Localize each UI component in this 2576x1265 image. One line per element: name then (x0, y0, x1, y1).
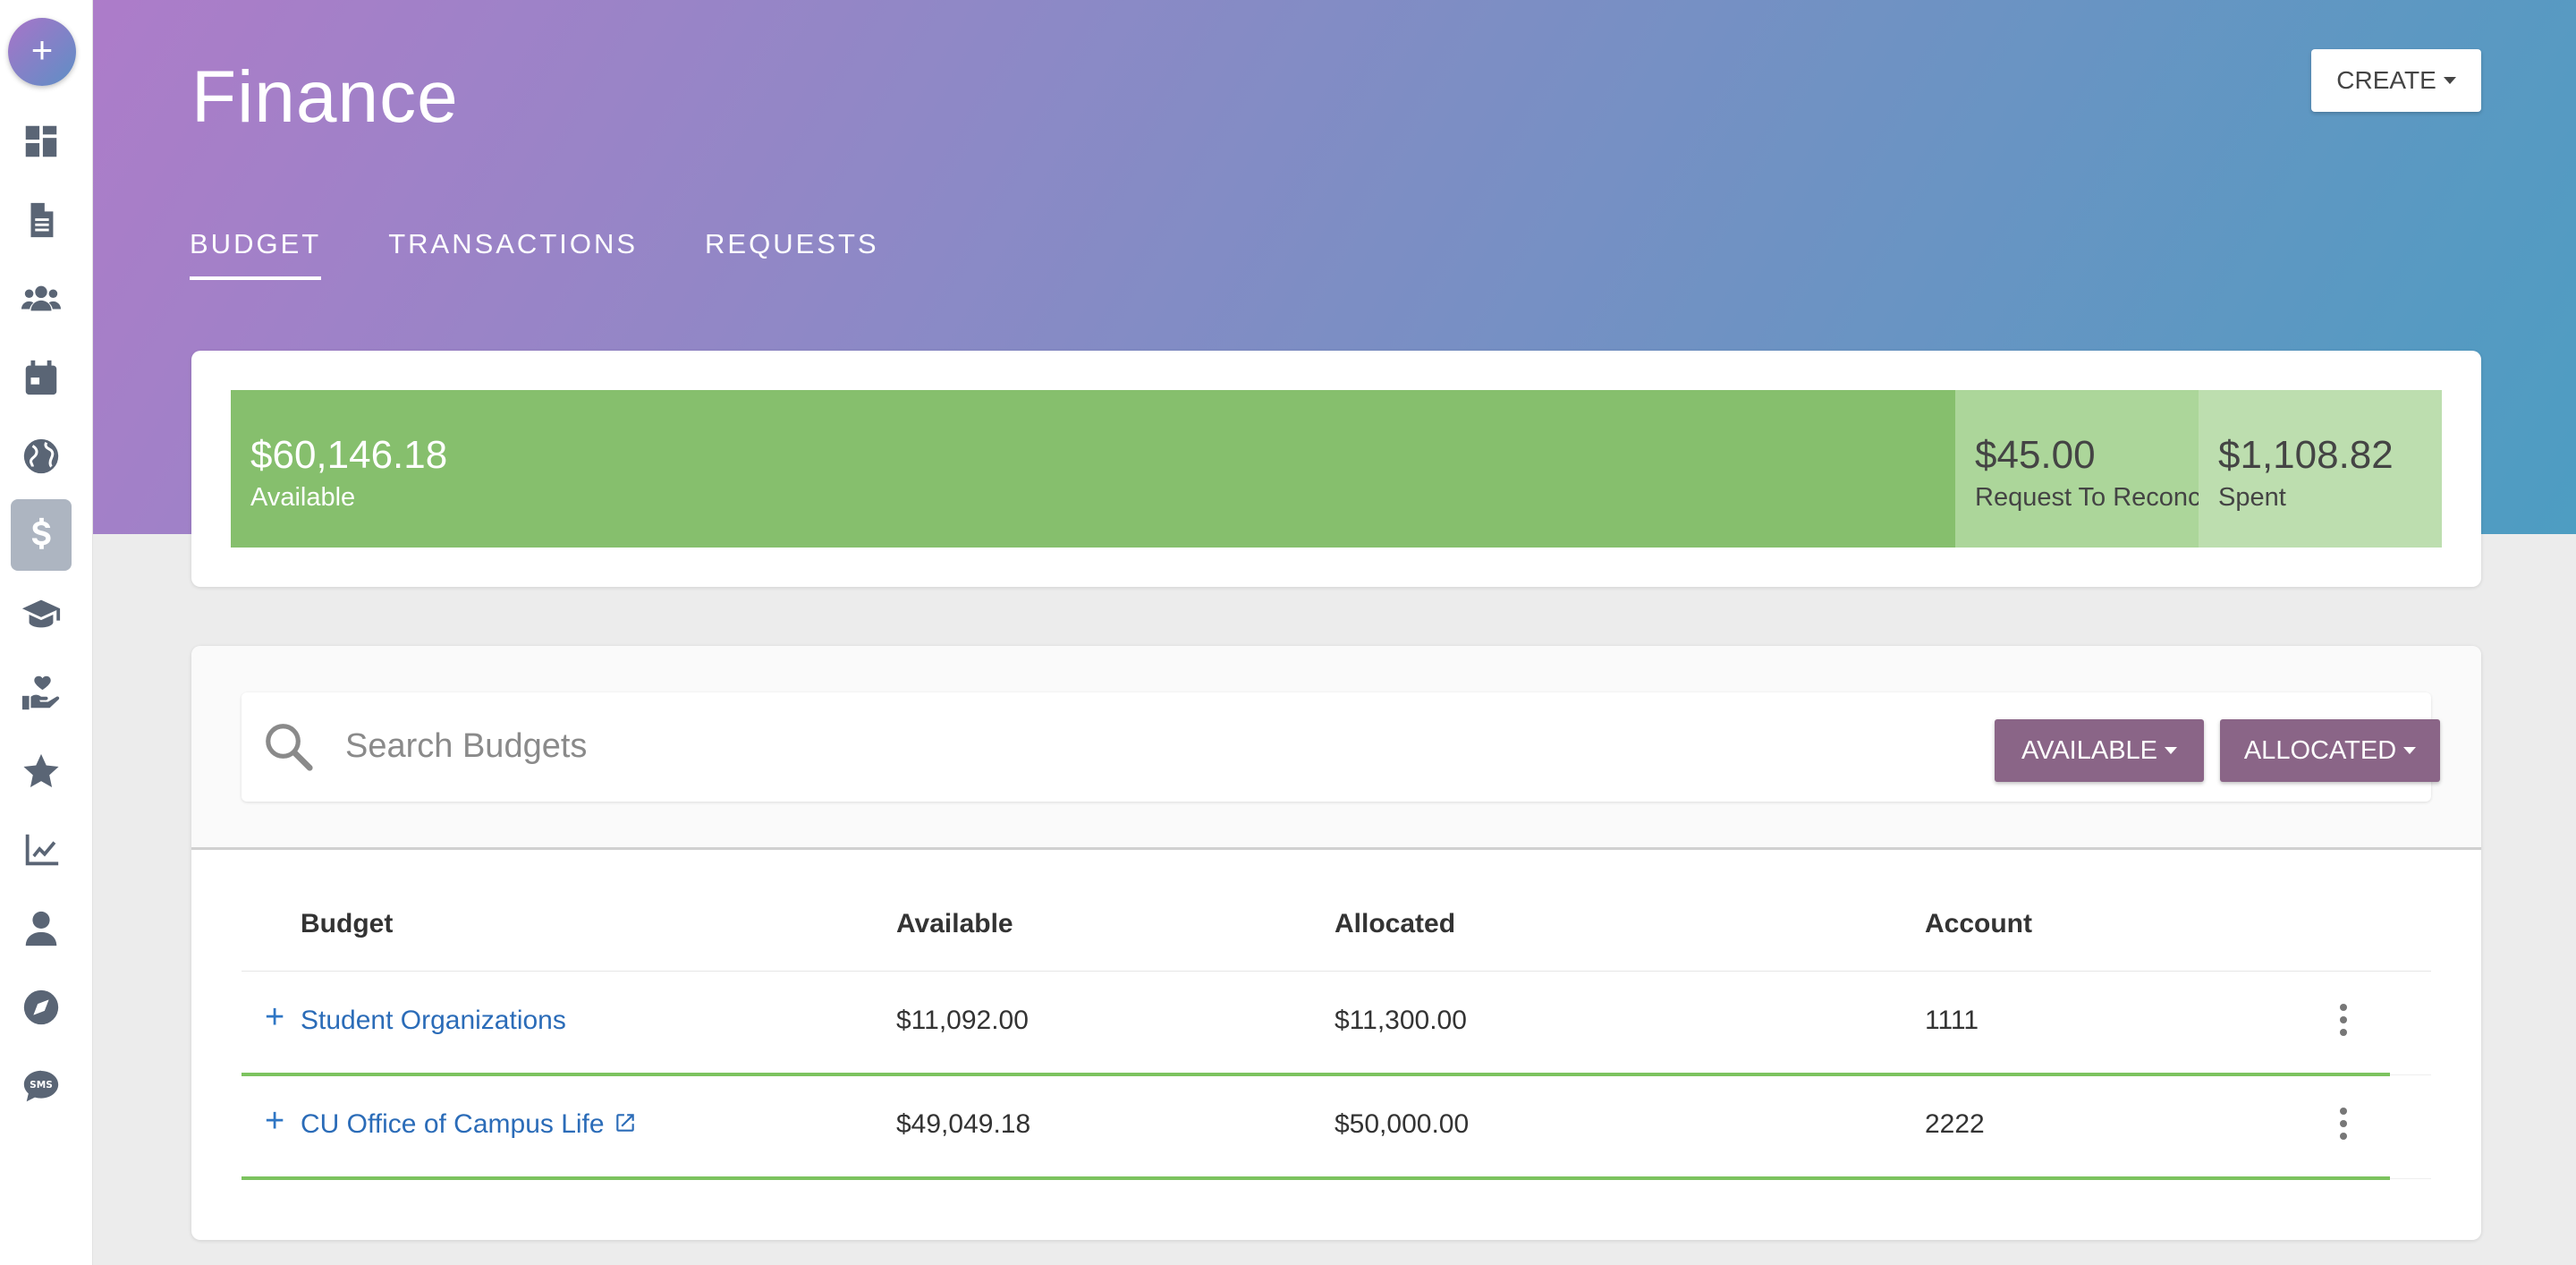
calendar-icon (25, 360, 57, 395)
budget-progress-line (242, 1176, 2390, 1180)
more-options-icon[interactable] (2338, 1108, 2349, 1143)
user-icon (25, 911, 57, 947)
tab-budget[interactable]: BUDGET (190, 228, 322, 280)
sidebar-item-dashboard[interactable] (11, 106, 72, 177)
sidebar-item-groups[interactable] (11, 263, 72, 335)
add-button[interactable]: + (8, 18, 76, 86)
available-value: $11,092.00 (896, 1006, 1029, 1035)
dashboard-icon (25, 125, 57, 157)
caret-down-icon (2443, 77, 2456, 84)
summary-segment-spent[interactable]: $1,108.82 Spent (2199, 390, 2442, 548)
budget-name-link[interactable]: CU Office of Campus Life (301, 1109, 637, 1140)
account-value: 2222 (1925, 1109, 1985, 1139)
available-value: $49,049.18 (896, 1109, 1031, 1139)
column-header-account[interactable]: Account (1925, 909, 2032, 939)
caret-down-icon (2403, 747, 2417, 754)
dollar-icon (31, 517, 51, 549)
sms-icon: SMS (23, 1070, 59, 1102)
sidebar-item-favorites[interactable] (11, 735, 72, 807)
tab-transactions[interactable]: TRANSACTIONS (388, 228, 638, 280)
account-value: 1111 (1925, 1006, 1979, 1035)
document-icon (30, 202, 54, 238)
sidebar-item-finance[interactable] (11, 499, 72, 571)
sidebar-item-explore[interactable] (11, 420, 72, 492)
globe-icon (23, 438, 59, 474)
budget-summary-card: $60,146.18 Available $45.00 Request To R… (191, 351, 2481, 587)
spent-amount: $1,108.82 (2218, 433, 2394, 477)
request-amount: $45.00 (1975, 433, 2096, 477)
sidebar-item-documents[interactable] (11, 184, 72, 256)
graduation-cap-icon (21, 599, 61, 628)
sidebar-item-profile[interactable] (11, 893, 72, 964)
search-toolbar: AVAILABLE ALLOCATED (191, 646, 2481, 850)
star-icon (23, 753, 59, 788)
table-row: + CU Office of Campus Life $49,049.18 $5… (242, 1075, 2431, 1180)
allocated-value: $11,300.00 (1335, 1006, 1467, 1035)
budget-name-link[interactable]: Student Organizations (301, 1006, 566, 1036)
available-filter-label: AVAILABLE (2021, 735, 2158, 765)
compass-icon (23, 989, 59, 1025)
svg-text:SMS: SMS (30, 1080, 53, 1091)
summary-segment-available[interactable]: $60,146.18 Available (231, 390, 1955, 548)
column-header-allocated[interactable]: Allocated (1335, 909, 1455, 939)
allocated-filter-button[interactable]: ALLOCATED (2220, 719, 2440, 782)
expand-row-button[interactable]: + (265, 998, 284, 1037)
search-icon (266, 724, 313, 771)
available-amount: $60,146.18 (250, 433, 448, 477)
sidebar-item-reports[interactable] (11, 814, 72, 886)
available-label: Available (250, 483, 356, 512)
external-link-icon[interactable] (614, 1111, 637, 1134)
tab-bar: BUDGET TRANSACTIONS REQUESTS (190, 228, 879, 280)
hand-heart-icon (21, 675, 60, 710)
column-header-budget[interactable]: Budget (301, 909, 393, 939)
sidebar-item-discover[interactable] (11, 972, 72, 1043)
create-button[interactable]: CREATE (2311, 49, 2481, 112)
search-box: AVAILABLE ALLOCATED (242, 692, 2440, 802)
more-options-icon[interactable] (2338, 1004, 2349, 1040)
spent-label: Spent (2218, 483, 2286, 512)
table-header: Budget Available Allocated Account (242, 879, 2431, 972)
budget-table: Budget Available Allocated Account + Stu… (242, 879, 2431, 1180)
table-row: + Student Organizations $11,092.00 $11,3… (242, 972, 2431, 1076)
expand-row-button[interactable]: + (265, 1102, 284, 1141)
available-filter-button[interactable]: AVAILABLE (1995, 719, 2204, 782)
budget-summary-bar: $60,146.18 Available $45.00 Request To R… (231, 390, 2442, 548)
create-button-label: CREATE (2336, 66, 2436, 94)
allocated-value: $50,000.00 (1335, 1109, 1470, 1139)
summary-segment-request[interactable]: $45.00 Request To Reconcile (1955, 390, 2199, 548)
sidebar-item-messages[interactable]: SMS (11, 1050, 72, 1122)
caret-down-icon (2165, 747, 2178, 754)
tab-requests[interactable]: REQUESTS (705, 228, 879, 280)
budget-name: CU Office of Campus Life (301, 1109, 605, 1139)
budget-table-card: AVAILABLE ALLOCATED Budget Available All… (191, 646, 2481, 1240)
sidebar-item-education[interactable] (11, 578, 72, 649)
allocated-filter-label: ALLOCATED (2243, 735, 2397, 765)
chart-line-icon (25, 834, 59, 866)
page-title: Finance (191, 56, 459, 138)
sidebar: + SMS (0, 0, 93, 1265)
search-input[interactable] (345, 717, 1687, 775)
sidebar-item-service[interactable] (11, 657, 72, 728)
column-header-available[interactable]: Available (896, 909, 1013, 939)
users-icon (21, 285, 62, 311)
request-label: Request To Reconcile (1975, 483, 2199, 512)
sidebar-item-events[interactable] (11, 342, 72, 413)
